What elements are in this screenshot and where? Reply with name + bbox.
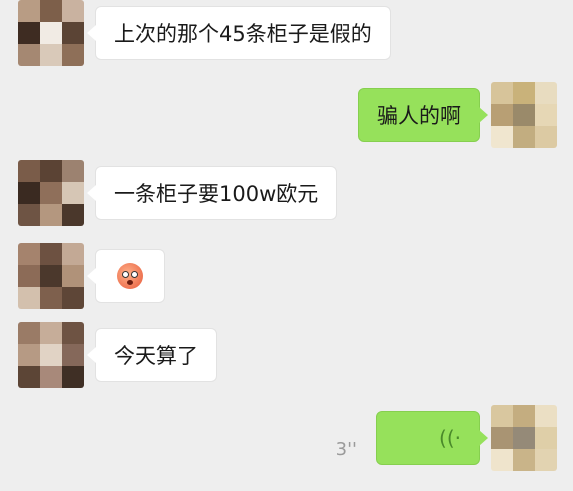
message-bubble[interactable]: 今天算了 <box>87 328 217 382</box>
message-row: 3'' ((· <box>317 405 557 471</box>
voice-message-bubble[interactable]: ((· <box>376 411 488 465</box>
message-row: 骗人的啊 <box>257 82 557 148</box>
message-row: 上次的那个45条柜子是假的 <box>18 0 478 66</box>
avatar[interactable] <box>18 243 84 309</box>
avatar[interactable] <box>491 405 557 471</box>
message-row <box>18 243 198 309</box>
message-bubble[interactable] <box>87 249 165 303</box>
chat-window: 上次的那个45条柜子是假的 骗人的啊 一条柜子要100w欧元 今天算了 3'' … <box>0 0 573 491</box>
message-bubble[interactable]: 一条柜子要100w欧元 <box>86 166 338 220</box>
avatar[interactable] <box>18 0 84 66</box>
avatar[interactable] <box>491 82 557 148</box>
avatar[interactable] <box>18 160 84 226</box>
voice-duration: 3'' <box>335 439 357 460</box>
avatar[interactable] <box>18 322 84 388</box>
message-bubble[interactable]: 上次的那个45条柜子是假的 <box>87 6 391 60</box>
flushed-face-emoji <box>117 263 143 289</box>
message-row: 今天算了 <box>18 322 268 388</box>
message-row: 一条柜子要100w欧元 <box>18 160 398 226</box>
message-bubble[interactable]: 骗人的啊 <box>358 88 488 142</box>
voice-wave-icon: ((· <box>439 426 461 450</box>
